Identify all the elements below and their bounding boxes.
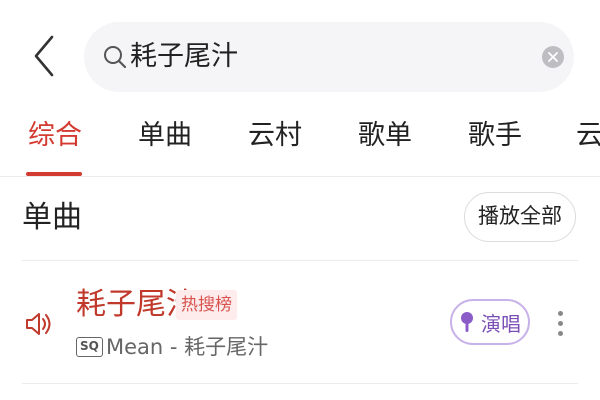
tab-divider <box>0 176 600 177</box>
tab-playlists[interactable]: 歌单 <box>358 110 412 162</box>
section-title: 单曲 <box>22 200 82 235</box>
top-bar: 耗子尾汁 <box>0 0 600 110</box>
clear-button[interactable] <box>542 46 564 68</box>
tab-cloud-partial[interactable]: 云 <box>576 110 600 162</box>
hot-search-tag: 热搜榜 <box>176 290 237 320</box>
search-bar[interactable]: 耗子尾汁 <box>84 22 574 92</box>
song-row[interactable]: 耗子尾汁 热搜榜 SQ Mean - 耗子尾汁 演唱 <box>0 270 600 380</box>
tab-artists[interactable]: 歌手 <box>468 110 522 162</box>
row-divider <box>22 383 578 384</box>
back-button[interactable] <box>24 28 64 84</box>
sing-button[interactable]: 演唱 <box>450 299 530 345</box>
back-arrow-icon <box>34 35 54 77</box>
more-vertical-icon-dot <box>557 330 563 336</box>
more-vertical-icon <box>557 310 563 316</box>
more-options-button[interactable] <box>550 300 570 346</box>
search-icon <box>104 46 127 69</box>
tab-songs[interactable]: 单曲 <box>138 110 192 162</box>
search-query[interactable]: 耗子尾汁 <box>130 40 238 74</box>
sing-label: 演唱 <box>481 311 521 336</box>
clear-icon <box>548 52 558 62</box>
play-all-button[interactable]: 播放全部 <box>464 192 576 242</box>
tab-comprehensive[interactable]: 综合 <box>28 110 82 162</box>
speaker-icon <box>26 313 51 335</box>
tab-cloud-village[interactable]: 云村 <box>248 110 302 162</box>
tab-bar: 综合 单曲 云村 歌单 歌手 云 <box>0 110 600 176</box>
sq-quality-badge: SQ <box>76 337 103 357</box>
microphone-icon <box>461 312 473 332</box>
section-divider <box>22 260 578 261</box>
song-artist-album: Mean - 耗子尾汁 <box>106 335 269 359</box>
more-vertical-icon-dot <box>557 320 563 326</box>
